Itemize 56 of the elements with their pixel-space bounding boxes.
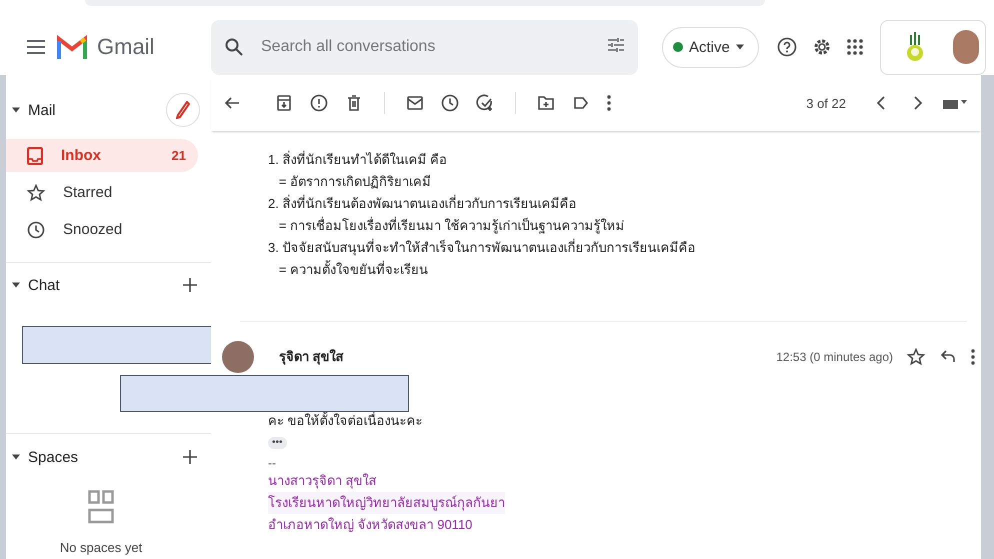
quoted-text: 1. สิ่งที่นักเรียนทำได้ดีในเคมี คือ = อัตราการเกิดปฏิกิริยาเคมี 2. สิ่งที่นักเรียนต้องพัฒนาตนเองเกี่ยวกับการเรียนเคมีคือ = การเชื่อมโยงเรื่องที่เรียนมา ใช้ความรู้เก่าเป็นฐานความรู้ใหม่ 3. ปัจจัยสนับสนุนที่จะทำให้สำเร็จในการพัฒนาตนเองเกี่ยวกับการเรียนเคมีคือ = ความตั้งใจขยันที่จะเรียน <box>268 150 696 279</box>
sidebar-item[interactable]: Snoozed <box>6 213 198 246</box>
spaces-icon <box>88 490 114 524</box>
account-switcher[interactable] <box>880 20 986 74</box>
keyboard-icon[interactable] <box>943 97 967 109</box>
status-button[interactable]: Active <box>662 26 759 68</box>
clock-icon[interactable] <box>441 94 459 112</box>
gmail-logo-icon[interactable] <box>57 35 87 59</box>
sidebar-item[interactable]: Inbox 21 <box>6 139 198 172</box>
compose-button[interactable] <box>166 93 200 127</box>
app-name: Gmail <box>97 34 154 60</box>
add-space-icon[interactable] <box>183 450 197 464</box>
search-field[interactable]: Search all conversations <box>259 37 592 57</box>
caret-icon[interactable] <box>12 106 20 114</box>
caret-icon[interactable] <box>736 43 744 51</box>
show-trimmed-button[interactable]: ••• <box>268 437 287 449</box>
empty-state-text: No spaces yet <box>60 540 142 555</box>
trash-icon[interactable] <box>345 94 363 112</box>
more-vertical-icon[interactable] <box>971 349 975 365</box>
report-icon[interactable] <box>310 94 328 112</box>
message-body: คะ ขอให้ตั้งใจต่อเนื่องนะคะ <box>268 411 424 430</box>
search-bar[interactable]: Search all conversations <box>211 20 638 74</box>
settings-icon[interactable] <box>812 37 832 57</box>
caret-icon[interactable] <box>12 453 20 461</box>
add-task-icon[interactable] <box>476 94 494 112</box>
search-icon[interactable] <box>225 38 243 56</box>
archive-icon[interactable] <box>275 94 293 112</box>
move-to-folder-icon[interactable] <box>537 94 555 112</box>
more-vertical-icon[interactable] <box>607 95 611 111</box>
message-time: 12:53 (0 minutes ago) <box>776 350 893 364</box>
sidebar-item[interactable]: Starred <box>6 176 198 209</box>
avatar-placeholder <box>952 30 979 64</box>
signature-line: อำเภอหาดใหญ่ จังหวัดสงขลา 90110 <box>268 516 472 534</box>
section-header[interactable]: Mail <box>12 102 56 118</box>
label-icon[interactable] <box>572 94 590 112</box>
signature-line: นางสาวรุจิดา สุขใส <box>268 472 377 490</box>
caret-icon[interactable] <box>12 281 20 289</box>
envelope-icon[interactable] <box>406 94 424 112</box>
star-icon[interactable] <box>907 348 925 366</box>
signature-separator: -- <box>268 456 277 470</box>
section-header[interactable]: Spaces <box>12 448 78 466</box>
clock-icon <box>27 220 45 238</box>
apps-grid-icon[interactable] <box>846 39 863 55</box>
inbox-icon <box>27 146 43 164</box>
add-chat-icon[interactable] <box>183 278 197 292</box>
help-icon[interactable] <box>776 37 797 57</box>
star-icon <box>27 184 45 202</box>
status-dot-icon <box>673 42 683 52</box>
sender-name: รุจิดา สุขใส <box>279 348 344 367</box>
avatar-placeholder <box>222 341 254 373</box>
filter-sliders-icon[interactable] <box>608 36 624 52</box>
pencil-icon <box>176 101 190 119</box>
pagination-text: 3 of 22 <box>806 96 846 110</box>
section-header[interactable]: Chat <box>12 276 60 294</box>
menu-icon[interactable] <box>27 40 45 54</box>
scrollbar[interactable] <box>981 75 994 559</box>
